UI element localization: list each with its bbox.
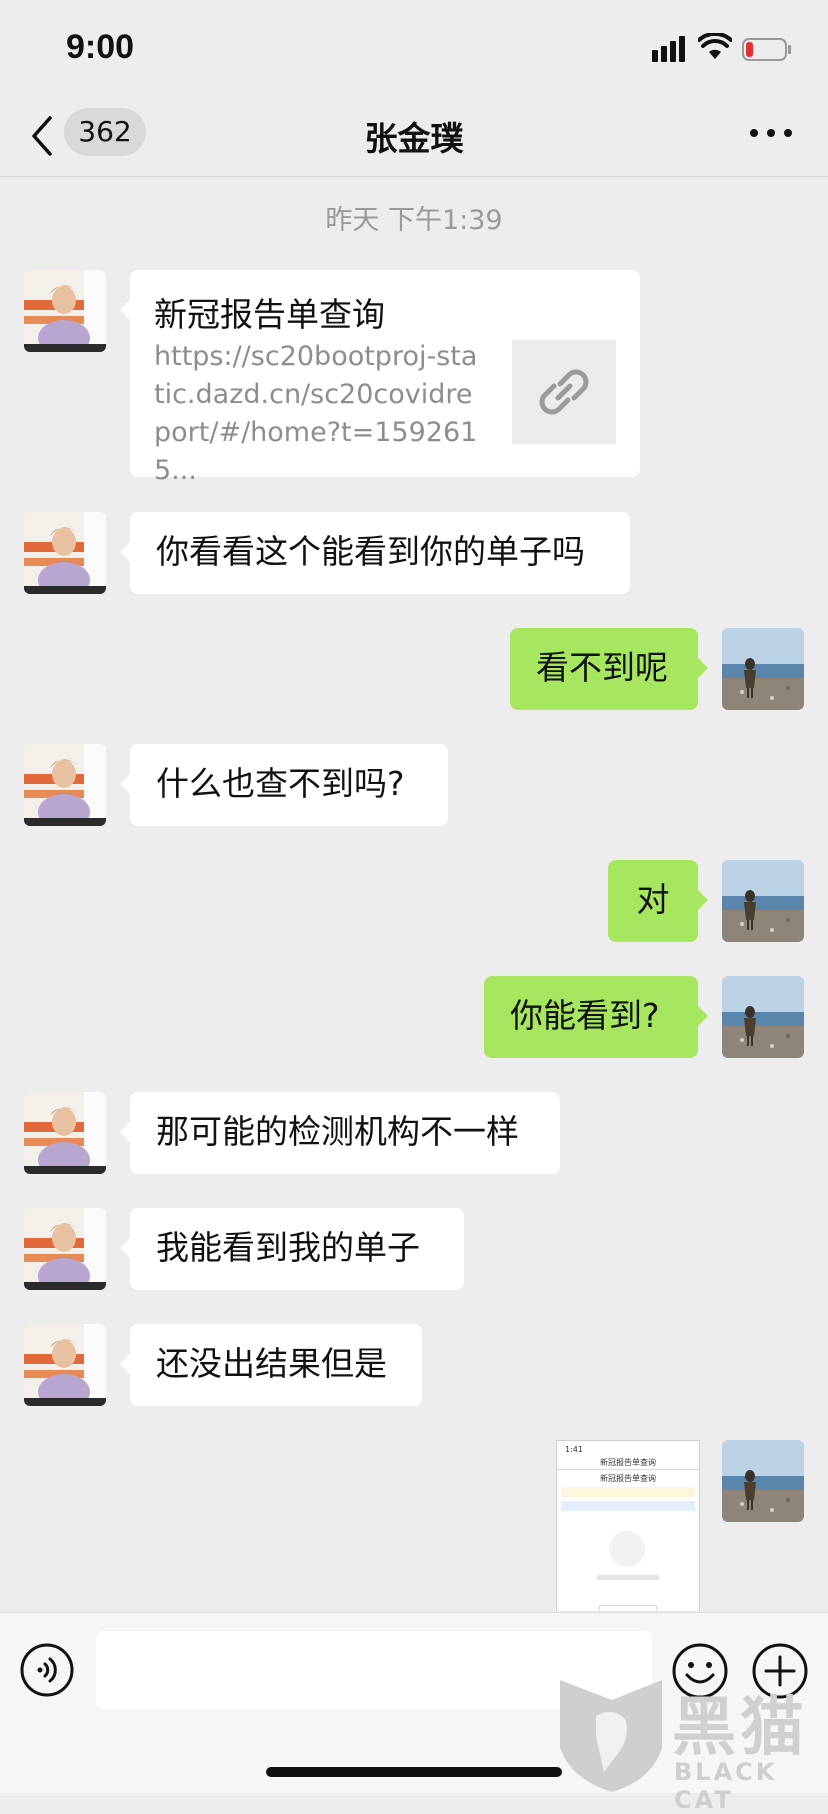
contact-avatar[interactable] [24,1324,106,1406]
screenshot-image-message[interactable]: 1:41 新冠报告单查询 新冠报告单查询 [556,1440,700,1611]
cellular-signal-icon [652,36,685,62]
status-bar: 9:00 [0,0,828,96]
my-avatar[interactable] [722,1440,804,1522]
home-indicator [266,1767,562,1777]
contact-avatar[interactable] [24,744,106,826]
wifi-icon [698,33,732,59]
link-thumbnail [512,340,616,444]
empty-state-icon [609,1531,645,1567]
contact-avatar[interactable] [24,512,106,594]
received-message[interactable]: 什么也查不到吗? [120,744,448,826]
received-message[interactable]: 那可能的检测机构不一样 [120,1092,560,1174]
thumb-title: 新冠报告单查询 [600,1458,656,1467]
sent-message[interactable]: 对 [608,860,708,942]
black-cat-logo-icon [560,1680,662,1792]
link-card[interactable]: 新冠报告单查询 https://sc20bootproj-static.dazd… [120,270,640,486]
more-options-icon[interactable] [746,118,796,148]
thumb-subtitle: 新冠报告单查询 [600,1474,656,1483]
contact-avatar[interactable] [24,1092,106,1174]
my-avatar[interactable] [722,628,804,710]
link-card-url: https://sc20bootproj-static.dazd.cn/sc20… [154,341,478,486]
received-message[interactable]: 还没出结果但是 [120,1324,422,1406]
voice-input-icon[interactable] [20,1643,74,1697]
received-message[interactable]: 你看看这个能看到你的单子吗 [120,512,630,594]
my-avatar[interactable] [722,860,804,942]
received-message[interactable]: 我能看到我的单子 [120,1208,464,1290]
watermark-text: 黑猫 [672,1691,808,1765]
chat-header: 362 张金璞 [0,96,828,177]
link-icon [539,369,589,415]
battery-low-icon [742,38,791,61]
contact-name: 张金璞 [364,119,464,158]
watermark: 黑猫 BLACK CAT [556,1676,828,1814]
contact-avatar[interactable] [24,270,106,352]
status-time: 9:00 [66,28,135,66]
my-avatar[interactable] [722,976,804,1058]
sent-message[interactable]: 你能看到? [484,976,708,1058]
thumb-time: 1:41 [565,1445,583,1454]
watermark-subtext: BLACK CAT [674,1758,778,1814]
sent-message[interactable]: 看不到呢 [510,628,708,710]
link-card-title: 新冠报告单查询 [154,295,385,334]
contact-avatar[interactable] [24,1208,106,1290]
message-timestamp: 昨天 下午1:39 [325,205,503,236]
